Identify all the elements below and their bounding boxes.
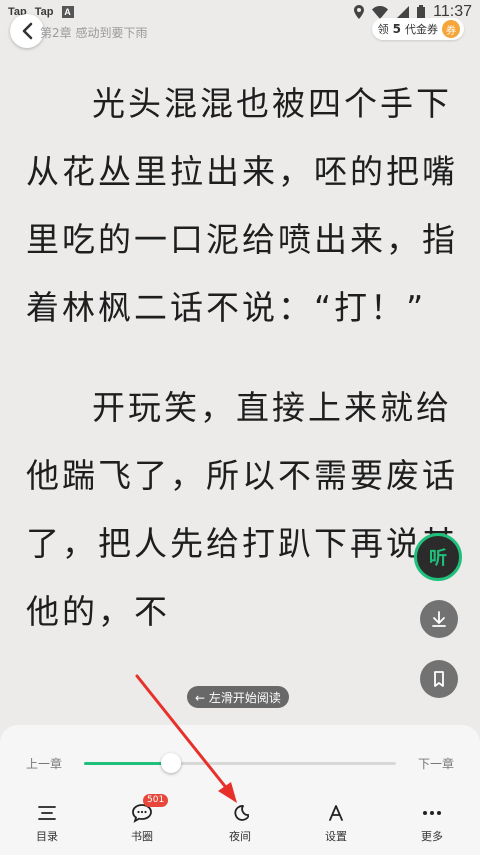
prev-chapter-button[interactable]: 上一章 [26, 755, 62, 772]
toolbar-label: 目录 [36, 830, 58, 843]
toolbar-label: 书圈 [131, 830, 153, 843]
moon-icon [234, 805, 249, 821]
more-dots-icon [423, 811, 441, 815]
reader-toolbar: 目录 501 书圈 夜间 设置 更多 [0, 794, 480, 850]
paragraph: 光头混混也被四个手下从花丛里拉出来，呸的把嘴里吃的一口泥给喷出来，指着林枫二话不… [26, 84, 458, 327]
listen-button[interactable]: 听 [414, 533, 462, 581]
chapter-progress-slider[interactable] [84, 753, 396, 773]
wifi-icon [372, 5, 389, 19]
signal-icon [396, 5, 410, 19]
toolbar-more[interactable]: 更多 [402, 800, 462, 844]
chapter-nav: 上一章 下一章 [0, 751, 480, 775]
bookmark-icon [434, 671, 444, 687]
slider-fill [84, 762, 172, 765]
chevron-left-icon [22, 22, 33, 40]
bottom-control-panel: 上一章 下一章 目录 501 书圈 夜间 设置 更多 [0, 725, 480, 855]
paragraph: 开玩笑，直接上来就给他踹飞了，所以不需要废话了，把人先给打趴下再说其他的，不 [26, 388, 458, 631]
toolbar-label: 设置 [325, 830, 347, 843]
download-button[interactable] [420, 600, 458, 638]
notification-badge: 501 [143, 794, 169, 807]
reading-content[interactable]: 光头混混也被四个手下从花丛里拉出来，呸的把嘴里吃的一口泥给喷出来，指着林枫二话不… [26, 70, 466, 678]
toolbar-label: 更多 [421, 830, 443, 843]
battery-icon [417, 5, 426, 19]
toolbar-book-circle[interactable]: 501 书圈 [112, 794, 172, 844]
toolbar-night-mode[interactable]: 夜间 [210, 800, 270, 844]
coupon-count: 5 [392, 22, 401, 36]
bookmark-button[interactable] [420, 660, 458, 698]
toolbar-settings[interactable]: 设置 [306, 800, 366, 844]
next-chapter-button[interactable]: 下一章 [418, 755, 454, 772]
toolbar-label: 夜间 [229, 830, 251, 843]
slider-thumb[interactable] [161, 753, 182, 773]
app-a-icon: A [61, 6, 74, 18]
coupon-prefix: 领 [377, 23, 389, 36]
swipe-hint: ← 左滑开始阅读 [187, 686, 289, 708]
back-button[interactable] [10, 14, 44, 48]
taptap-notification-2: Tap [34, 6, 54, 18]
coupon-suffix: 代金券 [405, 23, 438, 36]
coupon-badge-icon: 券 [442, 20, 460, 38]
coupon-button[interactable]: 领 5 代金券 券 [371, 18, 464, 40]
toolbar-catalog[interactable]: 目录 [17, 800, 77, 844]
download-icon [432, 611, 446, 627]
chapter-title: 第2章 感动到要下雨 [40, 26, 148, 40]
font-a-icon [329, 805, 343, 821]
list-icon [38, 806, 56, 820]
location-icon [354, 5, 365, 19]
